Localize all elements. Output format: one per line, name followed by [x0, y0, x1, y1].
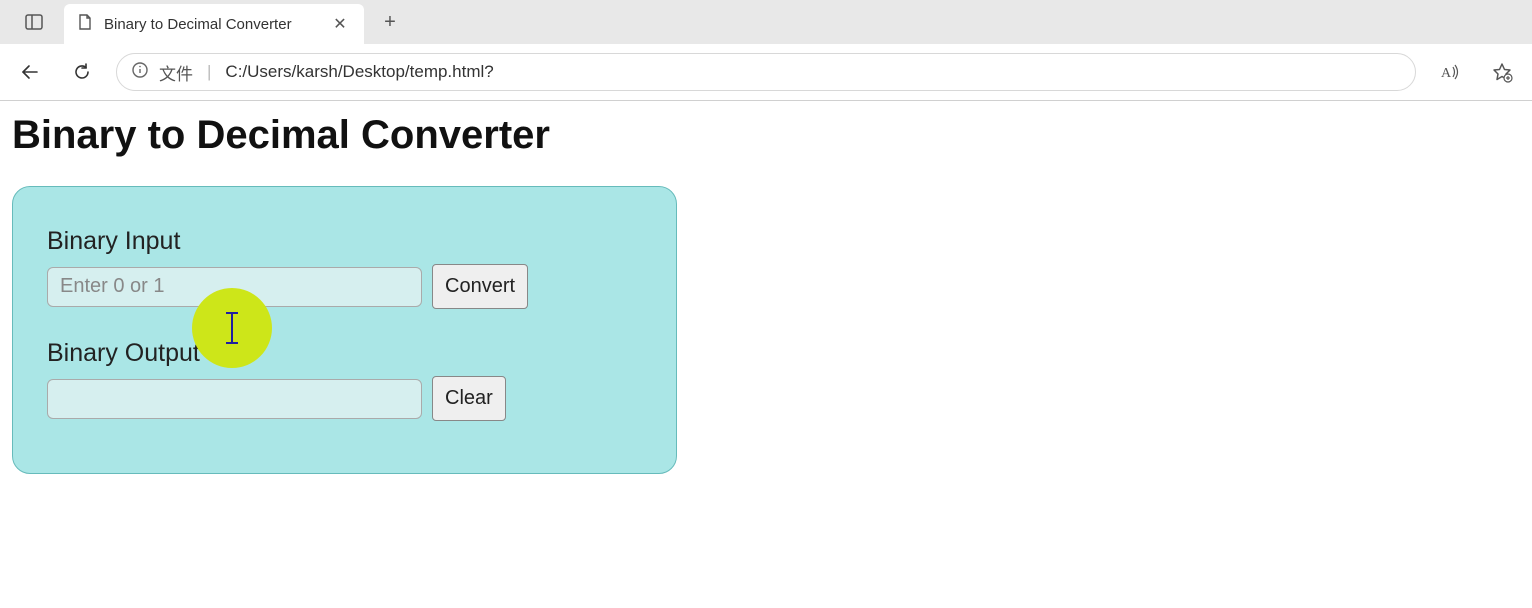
converter-panel: Binary Input Convert Binary Output Clear: [12, 186, 677, 474]
favorites-icon[interactable]: [1484, 54, 1520, 90]
page-icon: [76, 13, 94, 36]
binary-output-row: Clear: [47, 376, 642, 421]
binary-output-label: Binary Output: [47, 339, 642, 368]
back-button[interactable]: [12, 54, 48, 90]
binary-output[interactable]: [47, 379, 422, 419]
tab-title: Binary to Decimal Converter: [104, 16, 328, 33]
binary-input-label: Binary Input: [47, 227, 642, 256]
close-icon[interactable]: ✕: [328, 12, 352, 36]
refresh-button[interactable]: [64, 54, 100, 90]
address-url: C:/Users/karsh/Desktop/temp.html?: [225, 62, 493, 82]
convert-button[interactable]: Convert: [432, 264, 528, 309]
address-file-label: 文件: [159, 60, 193, 85]
tab-actions-icon[interactable]: [12, 0, 56, 44]
page-title: Binary to Decimal Converter: [12, 113, 1520, 158]
clear-button[interactable]: Clear: [432, 376, 506, 421]
address-bar[interactable]: 文件 | C:/Users/karsh/Desktop/temp.html?: [116, 53, 1416, 91]
binary-input-row: Convert: [47, 264, 642, 309]
page-content: Binary to Decimal Converter Binary Input…: [0, 101, 1532, 486]
browser-tab[interactable]: Binary to Decimal Converter ✕: [64, 4, 364, 44]
binary-input[interactable]: [47, 267, 422, 307]
new-tab-button[interactable]: +: [370, 2, 410, 42]
browser-toolbar: 文件 | C:/Users/karsh/Desktop/temp.html? A: [0, 44, 1532, 100]
info-icon[interactable]: [131, 61, 149, 84]
svg-text:A: A: [1441, 66, 1452, 81]
read-aloud-icon[interactable]: A: [1432, 54, 1468, 90]
tab-bar: Binary to Decimal Converter ✕ +: [0, 0, 1532, 44]
address-separator: |: [207, 62, 211, 82]
browser-chrome: Binary to Decimal Converter ✕ +: [0, 0, 1532, 101]
